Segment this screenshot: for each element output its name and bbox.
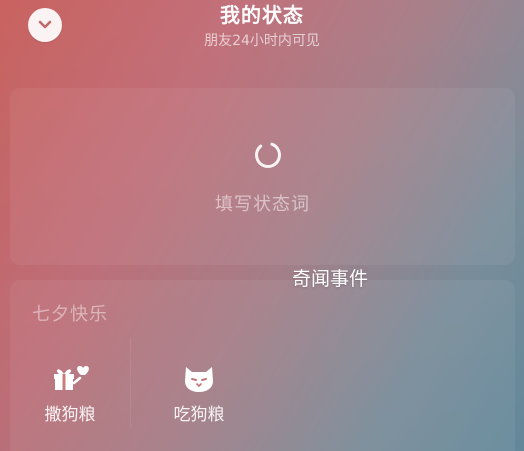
share-dog-food-button[interactable]: 撒狗粮 bbox=[30, 360, 110, 425]
page-subtitle: 朋友24小时内可见 bbox=[204, 33, 320, 49]
page-header: 我的状态 朋友24小时内可见 bbox=[0, 2, 524, 50]
festival-card: 七夕快乐 撒狗粮 吃狗粮 bbox=[10, 280, 515, 451]
dog-face-icon bbox=[185, 367, 213, 392]
divider bbox=[130, 338, 131, 428]
festival-title: 七夕快乐 bbox=[32, 304, 108, 325]
status-placeholder: 填写状态词 bbox=[215, 194, 310, 215]
page-title: 我的状态 bbox=[220, 3, 304, 27]
status-input-card[interactable]: 填写状态词 bbox=[10, 88, 515, 265]
gift-heart-icon bbox=[54, 366, 89, 390]
eat-dog-food-button[interactable]: 吃狗粮 bbox=[159, 360, 239, 425]
watermark-text: 奇闻事件 bbox=[292, 268, 369, 290]
eat-dog-food-label: 吃狗粮 bbox=[173, 405, 225, 425]
loading-spinner-icon bbox=[255, 142, 281, 168]
share-dog-food-label: 撒狗粮 bbox=[44, 405, 96, 425]
